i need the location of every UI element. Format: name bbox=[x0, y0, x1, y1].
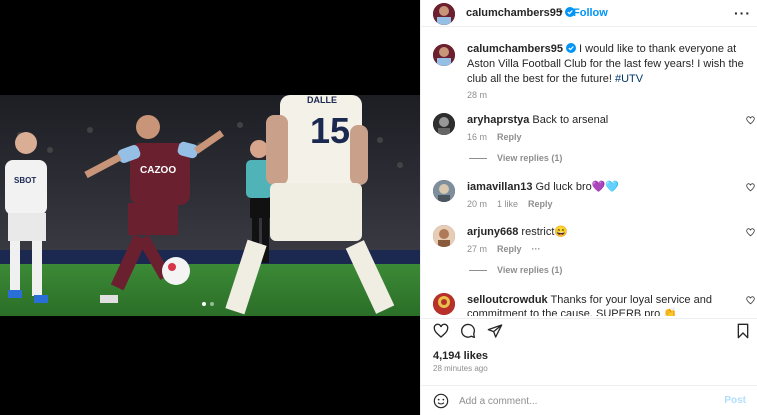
post-media: SBOT CAZOO DALLE 15 bbox=[0, 0, 420, 415]
comment-meta: 16 m Reply bbox=[467, 132, 755, 142]
view-replies-label[interactable]: View replies (1) bbox=[497, 265, 562, 275]
carousel-indicator bbox=[202, 302, 214, 306]
comment-body: restrict😄 bbox=[518, 226, 569, 238]
heart-icon[interactable] bbox=[746, 183, 755, 192]
far-left-shirt-text: SBOT bbox=[14, 176, 36, 185]
heart-icon[interactable] bbox=[746, 228, 755, 237]
comment-username[interactable]: aryhaprstya bbox=[467, 114, 529, 126]
caption-time: 28 m bbox=[467, 90, 488, 100]
post-header: calumchambers95 • Follow ··· bbox=[421, 0, 757, 27]
author-avatar[interactable] bbox=[433, 3, 455, 25]
defender-number: 15 bbox=[310, 110, 350, 151]
likes-count[interactable]: 4,194 likes bbox=[433, 350, 488, 362]
comment-username[interactable]: arjuny668 bbox=[467, 226, 518, 238]
comment-body: Back to arsenal bbox=[529, 114, 609, 126]
comment-avatar[interactable] bbox=[433, 225, 455, 247]
comment-avatar[interactable] bbox=[433, 113, 455, 135]
heart-icon[interactable] bbox=[746, 116, 755, 125]
post-comment-button[interactable]: Post bbox=[724, 395, 746, 406]
bookmark-icon[interactable] bbox=[735, 323, 751, 339]
comment-item: arjuny668 restrict😄 27 m Reply ··· View … bbox=[433, 225, 755, 275]
comment-item: iamavillan13 Gd luck bro💜🩵 20 m 1 like R… bbox=[433, 180, 755, 209]
comment-icon[interactable] bbox=[460, 323, 476, 339]
share-icon[interactable] bbox=[487, 323, 503, 339]
carousel-dot-1 bbox=[202, 302, 206, 306]
comment-likes[interactable]: 1 like bbox=[497, 199, 518, 209]
comment-avatar[interactable] bbox=[433, 293, 455, 315]
comment-body: Gd luck bro💜🩵 bbox=[532, 181, 620, 193]
caption-avatar[interactable] bbox=[433, 44, 455, 66]
more-options-icon[interactable]: ··· bbox=[734, 5, 751, 21]
action-bar bbox=[421, 318, 757, 348]
comment-item: selloutcrowduk Thanks for your loyal ser… bbox=[433, 293, 755, 316]
view-replies-label[interactable]: View replies (1) bbox=[497, 153, 562, 163]
author-username-text[interactable]: calumchambers95 bbox=[466, 7, 562, 19]
view-replies-button[interactable]: View replies (1) bbox=[469, 153, 755, 163]
caption-text: calumchambers95 I would like to thank ev… bbox=[467, 42, 748, 87]
post-caption: calumchambers95 I would like to thank ev… bbox=[433, 42, 748, 100]
header-separator: • bbox=[559, 6, 563, 18]
comment-meta: 20 m 1 like Reply bbox=[467, 199, 755, 209]
view-replies-button[interactable]: View replies (1) bbox=[469, 265, 755, 275]
comment-item: aryhaprstya Back to arsenal 16 m Reply V… bbox=[433, 113, 755, 163]
comment-text: selloutcrowduk Thanks for your loyal ser… bbox=[467, 293, 727, 316]
post-photo[interactable]: SBOT CAZOO DALLE 15 bbox=[0, 95, 420, 316]
post-timestamp[interactable]: 28 minutes ago bbox=[433, 364, 488, 373]
comment-input[interactable] bbox=[459, 392, 709, 410]
heart-icon[interactable] bbox=[433, 323, 449, 339]
caption-hashtag[interactable]: #UTV bbox=[615, 73, 643, 85]
emoji-icon[interactable] bbox=[433, 393, 449, 409]
view-replies-line bbox=[469, 157, 487, 159]
villa-shirt-sponsor: CAZOO bbox=[140, 165, 176, 176]
comment-meta: 27 m Reply ··· bbox=[467, 244, 755, 254]
follow-button[interactable]: Follow bbox=[573, 7, 608, 19]
comment-time: 20 m bbox=[467, 199, 488, 209]
comment-username[interactable]: selloutcrowduk bbox=[467, 294, 548, 306]
comment-time: 16 m bbox=[467, 132, 488, 142]
comment-avatar[interactable] bbox=[433, 180, 455, 202]
heart-icon[interactable] bbox=[746, 296, 755, 305]
comment-time: 27 m bbox=[467, 244, 488, 254]
reply-button[interactable]: Reply bbox=[528, 199, 553, 209]
comment-composer: Post bbox=[421, 385, 757, 415]
comment-text: iamavillan13 Gd luck bro💜🩵 bbox=[467, 180, 727, 194]
comment-options-icon[interactable]: ··· bbox=[532, 244, 541, 254]
post-side-panel: calumchambers95 • Follow ··· calumchambe… bbox=[420, 0, 757, 415]
carousel-dot-2 bbox=[210, 302, 214, 306]
caption-username[interactable]: calumchambers95 bbox=[467, 43, 563, 55]
verified-badge-icon bbox=[566, 43, 576, 53]
comment-text: arjuny668 restrict😄 bbox=[467, 225, 727, 239]
defender-name: DALLE bbox=[307, 95, 337, 105]
reply-button[interactable]: Reply bbox=[497, 132, 522, 142]
reply-button[interactable]: Reply bbox=[497, 244, 522, 254]
comment-text: aryhaprstya Back to arsenal bbox=[467, 113, 727, 127]
comment-username[interactable]: iamavillan13 bbox=[467, 181, 532, 193]
view-replies-line bbox=[469, 269, 487, 271]
